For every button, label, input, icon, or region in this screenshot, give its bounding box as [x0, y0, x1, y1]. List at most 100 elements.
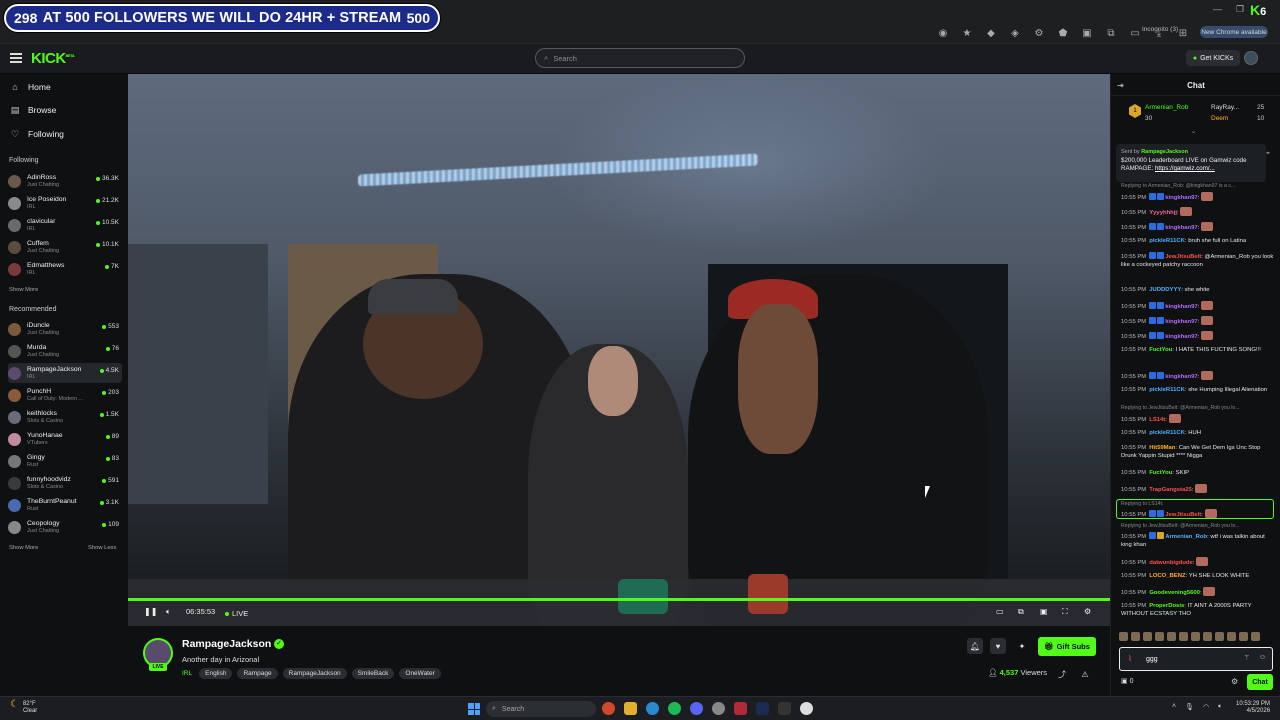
- chevron-up-icon[interactable]: ˄: [1172, 703, 1176, 711]
- sidebar-channel-keithlocks[interactable]: keithlocks Slots & Casino 1.5K: [8, 407, 122, 427]
- emote[interactable]: [1143, 632, 1152, 641]
- menu-icon[interactable]: [10, 53, 22, 63]
- show-less-link[interactable]: Show Less: [88, 545, 116, 551]
- follow-heart-icon[interactable]: ♥: [990, 638, 1006, 654]
- obs-app-icon[interactable]: [712, 702, 725, 715]
- pinned-link[interactable]: https://gamwiz.com/...: [1155, 165, 1215, 172]
- emote[interactable]: [1227, 632, 1236, 641]
- windows-start-icon[interactable]: [468, 703, 480, 715]
- video-player[interactable]: [128, 74, 1110, 626]
- sidebar-channel-ceopology[interactable]: Ceopology Just Chatting 109: [8, 517, 122, 537]
- minimize-icon[interactable]: —: [1213, 4, 1222, 15]
- sidebar-channel-ice-poseidon[interactable]: Ice Poseidon IRL 21.2K: [8, 193, 122, 213]
- fullscreen-icon[interactable]: ⛶: [1062, 607, 1068, 617]
- extension-icon[interactable]: ▣: [1080, 26, 1094, 40]
- emote[interactable]: [1119, 632, 1128, 641]
- sidebar-channel-theburntpeanut[interactable]: TheBurntPeanut Rust 3.1K: [8, 495, 122, 515]
- emote[interactable]: [1251, 632, 1260, 641]
- avatar[interactable]: [1244, 51, 1258, 65]
- nav-home[interactable]: ⌂ Home: [10, 82, 50, 92]
- streamer-name[interactable]: RampageJackson: [182, 638, 271, 650]
- new-chrome-button[interactable]: New Chrome available: [1200, 26, 1268, 38]
- nav-following[interactable]: ♡ Following: [10, 129, 64, 140]
- sidebar-channel-funnyhoodvidz[interactable]: funnyhoodvidz Slots & Casino 591: [8, 473, 122, 493]
- extension-icon[interactable]: ⬟: [1056, 26, 1070, 40]
- share-icon[interactable]: ⤴: [1054, 666, 1070, 682]
- restore-icon[interactable]: ❐: [1236, 4, 1244, 15]
- gift-subs-button[interactable]: 🎁︎ Gift Subs: [1038, 637, 1096, 656]
- edge-app-icon[interactable]: [646, 702, 659, 715]
- sidebar-channel-cuffem[interactable]: Cuffem Just Chatting 10.1K: [8, 237, 122, 257]
- nav-browse[interactable]: ▤ Browse: [10, 105, 57, 116]
- emote[interactable]: [1239, 632, 1248, 641]
- spotify-app-icon[interactable]: [668, 702, 681, 715]
- sidebar-channel-adinross[interactable]: AdinRoss Just Chatting 36.3K: [8, 171, 122, 191]
- notification-bell-icon[interactable]: 🔔︎: [967, 638, 983, 654]
- eye-off-icon[interactable]: ◉: [936, 26, 950, 40]
- extension-icon[interactable]: ◈: [1008, 26, 1022, 40]
- chrome-app-icon[interactable]: [602, 702, 615, 715]
- pinned-sender[interactable]: RampageJackson: [1141, 149, 1188, 155]
- sparkle-icon[interactable]: ✦: [1014, 638, 1030, 654]
- emote[interactable]: [1179, 632, 1188, 641]
- file-explorer-app-icon[interactable]: [624, 702, 637, 715]
- stream-category-link[interactable]: IRL: [182, 670, 192, 677]
- discord-app-icon[interactable]: [690, 702, 703, 715]
- get-kicks-button[interactable]: ● Get KICKs: [1186, 50, 1240, 66]
- incognito-indicator[interactable]: Incognito (3): [1142, 26, 1178, 33]
- sidebar-channel-iduncle[interactable]: iDuncle Just Chatting 553: [8, 319, 122, 339]
- sidebar-icon[interactable]: ▭: [1128, 26, 1142, 40]
- emote[interactable]: [1215, 632, 1224, 641]
- sidebar-channel-gingy[interactable]: Gingy Rust 83: [8, 451, 122, 471]
- emote[interactable]: [1191, 632, 1200, 641]
- tag[interactable]: OneWater: [399, 668, 441, 679]
- sidebar-channel-clavicular[interactable]: clavicular IRL 10.5K: [8, 215, 122, 235]
- taskbar-search[interactable]: ⌕ Search: [486, 701, 596, 717]
- puzzle-icon[interactable]: ⧉: [1104, 26, 1118, 40]
- kicks-balance[interactable]: ▣ 0: [1121, 677, 1133, 685]
- microphone-icon[interactable]: 🎙︎: [1185, 703, 1194, 711]
- settings-gear-icon[interactable]: ⚙: [1084, 607, 1091, 616]
- show-more-following-link[interactable]: Show More: [9, 287, 38, 293]
- extension-icon[interactable]: ◆: [984, 26, 998, 40]
- sidebar-channel-punchh[interactable]: PunchH Call of Duty: Modern ... 203: [8, 385, 122, 405]
- sidebar-channel-edmatthews[interactable]: Edmatthews IRL 7K: [8, 259, 122, 279]
- tag[interactable]: SmileBack: [351, 668, 395, 679]
- emote[interactable]: [1203, 632, 1212, 641]
- tag[interactable]: RampageJackson: [282, 668, 347, 679]
- clip-icon[interactable]: ⧉: [1018, 607, 1024, 617]
- chat-input[interactable]: ⌇ ggg ⚚ ☺: [1119, 647, 1273, 671]
- chat-settings-gear-icon[interactable]: ⚙: [1231, 677, 1238, 686]
- terminal-app-icon[interactable]: [778, 702, 791, 715]
- emote[interactable]: [1131, 632, 1140, 641]
- wand-icon[interactable]: ⚚: [1244, 654, 1250, 662]
- show-more-link[interactable]: Show More: [9, 545, 38, 551]
- wifi-icon[interactable]: ◠: [1203, 703, 1209, 711]
- adobe-app-icon[interactable]: [734, 702, 747, 715]
- sidebar-channel-murda[interactable]: Murda Just Chatting 76: [8, 341, 122, 361]
- volume-icon[interactable]: 🔈︎: [166, 607, 171, 617]
- volume-icon[interactable]: 🔈︎: [1218, 703, 1222, 711]
- tag[interactable]: English: [199, 668, 233, 679]
- chevron-down-icon[interactable]: ⌄: [1191, 128, 1196, 135]
- pin-icon[interactable]: ⌖: [1266, 150, 1270, 158]
- gifter-name[interactable]: Deem: [1211, 115, 1228, 122]
- sidebar-channel-rampagejackson[interactable]: RampageJackson IRL 4.5K: [8, 363, 122, 383]
- send-chat-button[interactable]: Chat: [1247, 674, 1273, 690]
- extension-icon[interactable]: ⚙: [1032, 26, 1046, 40]
- emoji-icon[interactable]: ☺: [1259, 654, 1266, 661]
- photoshop-app-icon[interactable]: [756, 702, 769, 715]
- weather-widget[interactable]: ☾ 82°F Clear: [10, 700, 37, 715]
- pause-icon[interactable]: ❚❚: [144, 607, 157, 616]
- report-icon[interactable]: ⚠: [1077, 666, 1093, 682]
- star-icon[interactable]: ★: [960, 26, 974, 40]
- sidebar-channel-yunohanae[interactable]: YunoHanae VTubers 89: [8, 429, 122, 449]
- system-clock[interactable]: 10:53:29 PM 4/5/2026: [1236, 701, 1270, 715]
- emote[interactable]: [1167, 632, 1176, 641]
- theater-mode-icon[interactable]: ▭: [996, 607, 1004, 616]
- gifter-name[interactable]: RayRay...: [1211, 104, 1239, 111]
- kick-logo[interactable]: KICKBETA: [31, 50, 75, 67]
- tag[interactable]: Rampage: [237, 668, 278, 679]
- search-input[interactable]: ⌕ Search: [535, 48, 745, 68]
- app-icon[interactable]: [800, 702, 813, 715]
